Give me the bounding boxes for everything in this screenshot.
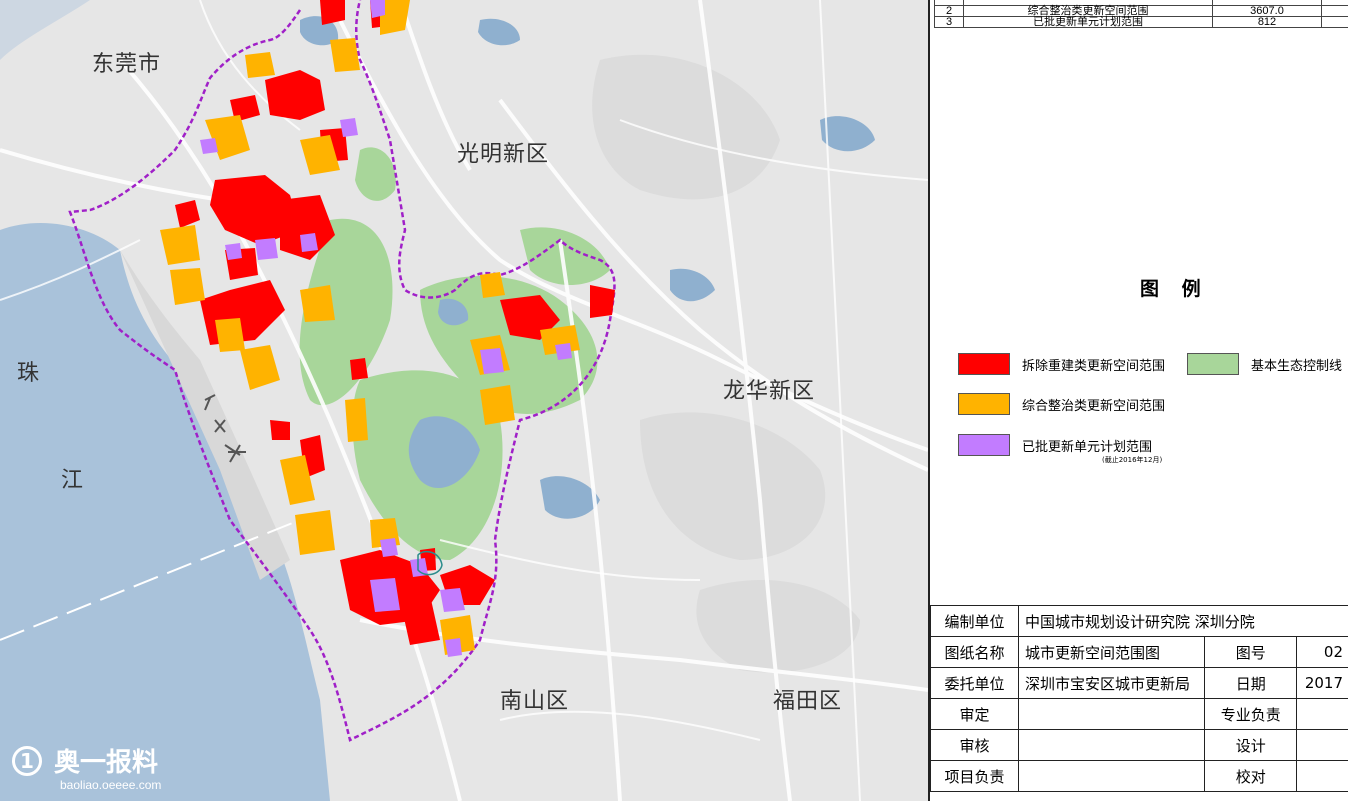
table-cell-no: 2	[934, 5, 964, 17]
place-label-nanshan: 南山区	[500, 689, 570, 714]
legend-swatch-red	[958, 353, 1010, 375]
legend-swatch-purple	[958, 434, 1010, 456]
drawing-name-label: 图纸名称	[930, 636, 1019, 668]
drawing-name-value: 城市更新空间范围图	[1017, 636, 1206, 668]
table-row: 2 综合整治类更新空间范围 3607.0	[934, 5, 1348, 17]
table-row: 图纸名称 城市更新空间范围图 图号 02	[930, 636, 1348, 668]
proof-label: 校对	[1204, 760, 1298, 792]
statistics-table: 2 综合整治类更新空间范围 3607.0 3 已批更新单元计划范围 812	[934, 0, 1348, 28]
date-value: 2017	[1296, 667, 1348, 699]
place-label-dongguan: 东莞市	[92, 52, 162, 77]
table-row: 项目负责 校对	[930, 760, 1348, 792]
legend-label: 拆除重建类更新空间范围	[1022, 358, 1166, 374]
legend-label: 基本生态控制线	[1251, 358, 1343, 374]
table-cell-no: 3	[934, 16, 964, 28]
legend-item-ecology: 基本生态控制线	[1187, 353, 1342, 375]
legend-swatch-orange	[958, 393, 1010, 415]
table-row: 3 已批更新单元计划范围 812	[934, 16, 1348, 28]
table-row: 编制单位 中国城市规划设计研究院 深圳分院	[930, 605, 1348, 637]
legend-note: (截止2016年12月)	[1102, 456, 1163, 464]
client-label: 委托单位	[930, 667, 1019, 699]
watermark: 1 奥一报料 baoliao.oeeee.com	[12, 742, 161, 792]
place-label-guangming: 光明新区	[457, 142, 550, 167]
map-area[interactable]: 东莞市 光明新区 龙华新区 南山区 福田区 珠 江 1 奥一报料 baoliao.…	[0, 0, 928, 801]
watermark-logo-icon: 1	[12, 745, 42, 776]
org-value: 中国城市规划设计研究院 深圳分院	[1017, 605, 1348, 637]
place-label-zhujiang-2: 江	[61, 468, 85, 493]
check-label: 审核	[930, 729, 1019, 761]
place-label-futian: 福田区	[773, 689, 843, 714]
legend-item-approved: 已批更新单元计划范围	[958, 434, 1152, 456]
watermark-text: 奥一报料	[54, 748, 159, 778]
org-label: 编制单位	[930, 605, 1019, 637]
title-block: 编制单位 中国城市规划设计研究院 深圳分院 图纸名称 城市更新空间范围图 图号 …	[930, 605, 1348, 792]
table-cell-value: 812	[1212, 16, 1322, 28]
place-label-longhua: 龙华新区	[723, 379, 816, 404]
watermark-url: baoliao.oeeee.com	[60, 778, 162, 792]
side-panel: 2 综合整治类更新空间范围 3607.0 3 已批更新单元计划范围 812 图 …	[928, 0, 1348, 801]
lead-label: 专业负责	[1204, 698, 1298, 730]
pm-label: 项目负责	[930, 760, 1019, 792]
design-label: 设计	[1204, 729, 1298, 761]
legend-label: 综合整治类更新空间范围	[1022, 398, 1166, 414]
table-cell-value: 3607.0	[1212, 5, 1322, 17]
table-cell-name: 综合整治类更新空间范围	[963, 5, 1213, 17]
client-value: 深圳市宝安区城市更新局	[1017, 667, 1206, 699]
legend-label: 已批更新单元计划范围	[1022, 439, 1153, 455]
place-label-zhujiang-1: 珠	[17, 361, 41, 386]
table-row: 委托单位 深圳市宝安区城市更新局 日期 2017	[930, 667, 1348, 699]
table-cell-name: 已批更新单元计划范围	[963, 16, 1213, 28]
table-row: 审定 专业负责	[930, 698, 1348, 730]
date-label: 日期	[1204, 667, 1298, 699]
table-row: 审核 设计	[930, 729, 1348, 761]
review-label: 审定	[930, 698, 1019, 730]
legend-swatch-green	[1187, 353, 1239, 375]
legend-item-demolition: 拆除重建类更新空间范围	[958, 353, 1165, 375]
legend-title: 图 例	[1140, 278, 1209, 300]
legend-item-renovation: 综合整治类更新空间范围	[958, 393, 1165, 415]
drawing-no-value: 02	[1296, 636, 1348, 668]
drawing-no-label: 图号	[1204, 636, 1298, 668]
